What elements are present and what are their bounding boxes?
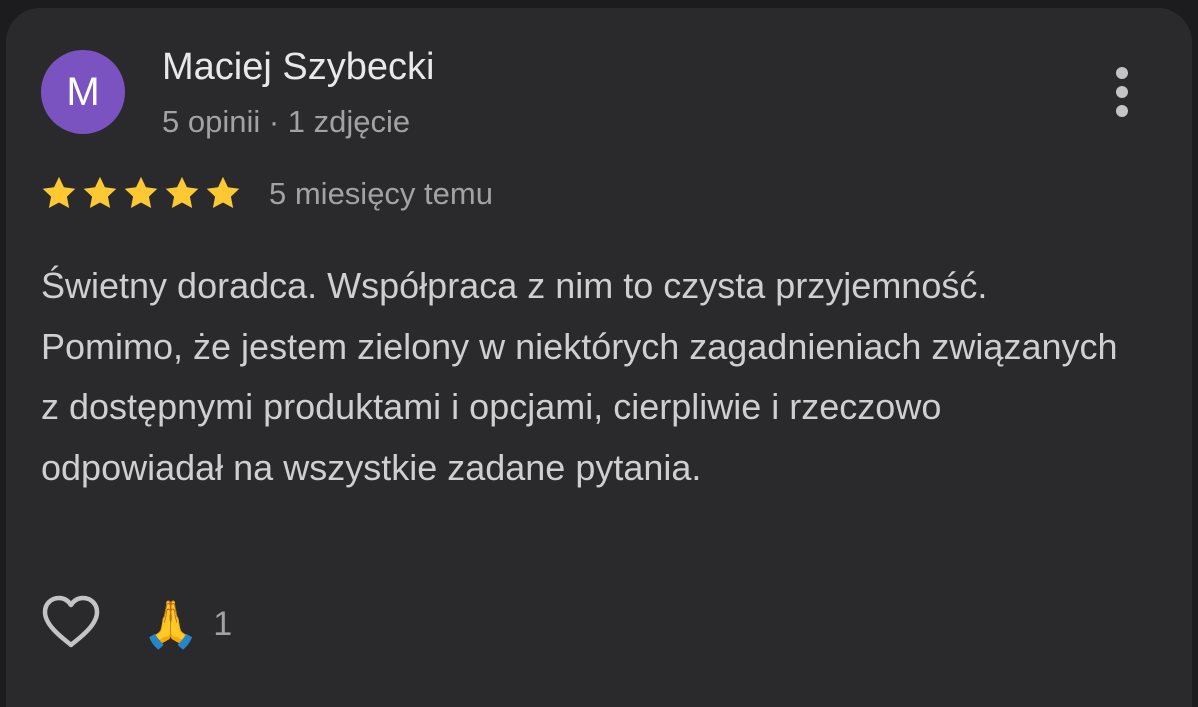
heart-outline-icon: [42, 595, 100, 648]
star-icon: [42, 176, 76, 209]
author-name[interactable]: Maciej Szybecki: [162, 46, 434, 89]
review-date: 5 miesięcy temu: [269, 176, 493, 211]
more-options-button[interactable]: [1102, 64, 1142, 128]
star-icon: [165, 176, 199, 209]
reaction-thanks[interactable]: 🙏 1: [142, 596, 232, 652]
star-icon: [124, 176, 158, 209]
like-button[interactable]: [40, 594, 102, 650]
praying-hands-icon: 🙏: [142, 598, 200, 650]
star-icon: [83, 176, 117, 209]
reaction-count: 1: [213, 604, 233, 643]
star-rating: [40, 174, 242, 214]
star-icon: [206, 176, 240, 209]
review-card: M Maciej Szybecki 5 opinii · 1 zdjęcie 5…: [6, 8, 1192, 707]
review-text: Świetny doradca. Współpraca z nim to czy…: [41, 265, 1118, 488]
author-meta: 5 opinii · 1 zdjęcie: [162, 104, 411, 139]
avatar[interactable]: M: [41, 50, 125, 134]
more-vert-icon: [1116, 67, 1128, 117]
